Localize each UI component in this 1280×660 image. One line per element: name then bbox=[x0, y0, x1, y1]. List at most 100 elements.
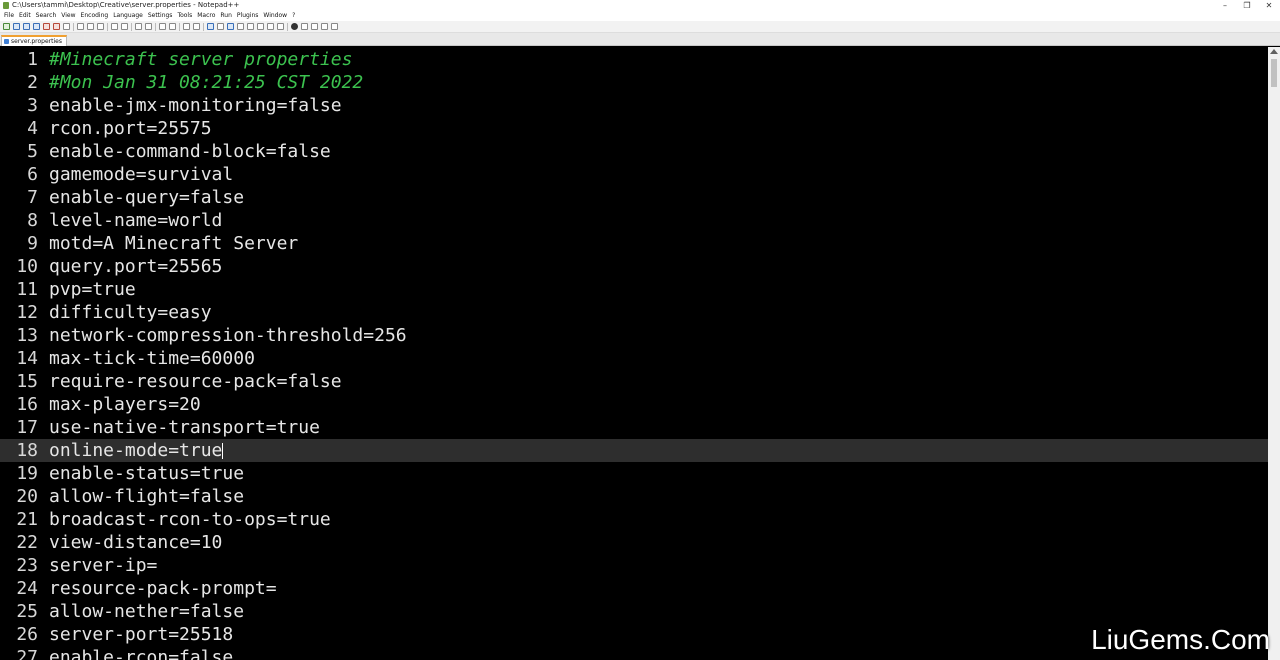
line-text[interactable]: view-distance=10 bbox=[49, 531, 222, 554]
restore-button[interactable]: ❐ bbox=[1236, 0, 1258, 11]
menu-settings[interactable]: Settings bbox=[147, 11, 177, 21]
save-macro-icon[interactable] bbox=[331, 23, 338, 30]
line-text[interactable]: enable-rcon=false bbox=[49, 646, 233, 660]
editor-line[interactable]: 25 allow-nether=false bbox=[0, 600, 1268, 623]
save-icon[interactable] bbox=[23, 23, 30, 30]
line-text[interactable]: #Minecraft server properties bbox=[49, 48, 352, 71]
line-text[interactable]: gamemode=survival bbox=[49, 163, 233, 186]
line-text[interactable]: pvp=true bbox=[49, 278, 136, 301]
menu-plugins[interactable]: Plugins bbox=[236, 11, 263, 21]
line-text[interactable]: max-players=20 bbox=[49, 393, 201, 416]
line-text[interactable]: rcon.port=25575 bbox=[49, 117, 212, 140]
menu-encoding[interactable]: Encoding bbox=[80, 11, 113, 21]
save-all-icon[interactable] bbox=[33, 23, 40, 30]
close-all-icon[interactable] bbox=[53, 23, 60, 30]
folder-workspace-icon[interactable] bbox=[267, 23, 274, 30]
line-text[interactable]: require-resource-pack=false bbox=[49, 370, 342, 393]
word-wrap-icon[interactable] bbox=[207, 23, 214, 30]
editor-line[interactable]: 19 enable-status=true bbox=[0, 462, 1268, 485]
editor-line[interactable]: 26 server-port=25518 bbox=[0, 623, 1268, 646]
text-editor[interactable]: 1 #Minecraft server properties 2 #Mon Jan 3… bbox=[0, 47, 1268, 660]
zoom-out-icon[interactable] bbox=[169, 23, 176, 30]
new-file-icon[interactable] bbox=[3, 23, 10, 30]
editor-line[interactable]: 2 #Mon Jan 31 08:21:25 CST 2022 bbox=[0, 71, 1268, 94]
line-text[interactable]: query.port=25565 bbox=[49, 255, 222, 278]
editor-line[interactable]: 23 server-ip= bbox=[0, 554, 1268, 577]
editor-line[interactable]: 17 use-native-transport=true bbox=[0, 416, 1268, 439]
line-text[interactable]: #Mon Jan 31 08:21:25 CST 2022 bbox=[49, 71, 363, 94]
run-macro-multiple-icon[interactable] bbox=[321, 23, 328, 30]
sync-vertical-icon[interactable] bbox=[183, 23, 190, 30]
find-icon[interactable] bbox=[135, 23, 142, 30]
editor-line[interactable]: 24 resource-pack-prompt= bbox=[0, 577, 1268, 600]
menu-search[interactable]: Search bbox=[35, 11, 61, 21]
line-text[interactable]: server-ip= bbox=[49, 554, 157, 577]
editor-line[interactable]: 4 rcon.port=25575 bbox=[0, 117, 1268, 140]
editor-line[interactable]: 18 online-mode=true bbox=[0, 439, 1268, 462]
editor-line[interactable]: 5 enable-command-block=false bbox=[0, 140, 1268, 163]
editor-line[interactable]: 16 max-players=20 bbox=[0, 393, 1268, 416]
line-text[interactable]: allow-flight=false bbox=[49, 485, 244, 508]
editor-line[interactable]: 11 pvp=true bbox=[0, 278, 1268, 301]
minimize-button[interactable]: – bbox=[1214, 0, 1236, 11]
user-language-icon[interactable] bbox=[237, 23, 244, 30]
play-macro-icon[interactable] bbox=[311, 23, 318, 30]
line-text[interactable]: enable-query=false bbox=[49, 186, 244, 209]
editor-line[interactable]: 7 enable-query=false bbox=[0, 186, 1268, 209]
editor-line[interactable]: 14 max-tick-time=60000 bbox=[0, 347, 1268, 370]
editor-line[interactable]: 9 motd=A Minecraft Server bbox=[0, 232, 1268, 255]
menu-view[interactable]: View bbox=[60, 11, 79, 21]
replace-icon[interactable] bbox=[145, 23, 152, 30]
line-text[interactable]: broadcast-rcon-to-ops=true bbox=[49, 508, 331, 531]
editor-line[interactable]: 1 #Minecraft server properties bbox=[0, 48, 1268, 71]
line-text[interactable]: enable-command-block=false bbox=[49, 140, 331, 163]
editor-line[interactable]: 20 allow-flight=false bbox=[0, 485, 1268, 508]
vertical-scrollbar[interactable] bbox=[1268, 47, 1280, 660]
function-list-icon[interactable] bbox=[257, 23, 264, 30]
editor-line[interactable]: 15 require-resource-pack=false bbox=[0, 370, 1268, 393]
line-text[interactable]: network-compression-threshold=256 bbox=[49, 324, 407, 347]
monitoring-icon[interactable] bbox=[277, 23, 284, 30]
zoom-in-icon[interactable] bbox=[159, 23, 166, 30]
sync-horizontal-icon[interactable] bbox=[193, 23, 200, 30]
line-text[interactable]: enable-status=true bbox=[49, 462, 244, 485]
editor-line[interactable]: 27 enable-rcon=false bbox=[0, 646, 1268, 660]
scroll-up-arrow-icon[interactable] bbox=[1270, 49, 1278, 54]
scrollbar-thumb[interactable] bbox=[1271, 59, 1277, 87]
editor-line[interactable]: 13 network-compression-threshold=256 bbox=[0, 324, 1268, 347]
document-map-icon[interactable] bbox=[247, 23, 254, 30]
menu-run[interactable]: Run bbox=[219, 11, 236, 21]
line-text[interactable]: level-name=world bbox=[49, 209, 222, 232]
stop-recording-icon[interactable] bbox=[301, 23, 308, 30]
editor-line[interactable]: 21 broadcast-rcon-to-ops=true bbox=[0, 508, 1268, 531]
line-text[interactable]: max-tick-time=60000 bbox=[49, 347, 255, 370]
menu-file[interactable]: File bbox=[3, 11, 18, 21]
line-text[interactable]: enable-jmx-monitoring=false bbox=[49, 94, 342, 117]
redo-icon[interactable] bbox=[121, 23, 128, 30]
line-text[interactable]: server-port=25518 bbox=[49, 623, 233, 646]
paste-icon[interactable] bbox=[97, 23, 104, 30]
line-text[interactable]: resource-pack-prompt= bbox=[49, 577, 277, 600]
line-text[interactable]: use-native-transport=true bbox=[49, 416, 320, 439]
menu-help[interactable]: ? bbox=[291, 11, 299, 21]
indent-guide-icon[interactable] bbox=[227, 23, 234, 30]
cut-icon[interactable] bbox=[77, 23, 84, 30]
record-macro-icon[interactable] bbox=[291, 23, 298, 30]
line-text[interactable]: difficulty=easy bbox=[49, 301, 212, 324]
menu-edit[interactable]: Edit bbox=[18, 11, 35, 21]
editor-line[interactable]: 12 difficulty=easy bbox=[0, 301, 1268, 324]
copy-icon[interactable] bbox=[87, 23, 94, 30]
menu-window[interactable]: Window bbox=[262, 11, 291, 21]
print-icon[interactable] bbox=[63, 23, 70, 30]
line-text[interactable]: online-mode=true bbox=[49, 439, 222, 462]
menu-language[interactable]: Language bbox=[112, 11, 147, 21]
menu-tools[interactable]: Tools bbox=[176, 11, 196, 21]
editor-line[interactable]: 6 gamemode=survival bbox=[0, 163, 1268, 186]
open-file-icon[interactable] bbox=[13, 23, 20, 30]
editor-line[interactable]: 3 enable-jmx-monitoring=false bbox=[0, 94, 1268, 117]
close-button[interactable]: ✕ bbox=[1258, 0, 1280, 11]
line-text[interactable]: motd=A Minecraft Server bbox=[49, 232, 298, 255]
close-file-icon[interactable] bbox=[43, 23, 50, 30]
menu-macro[interactable]: Macro bbox=[196, 11, 219, 21]
undo-icon[interactable] bbox=[111, 23, 118, 30]
